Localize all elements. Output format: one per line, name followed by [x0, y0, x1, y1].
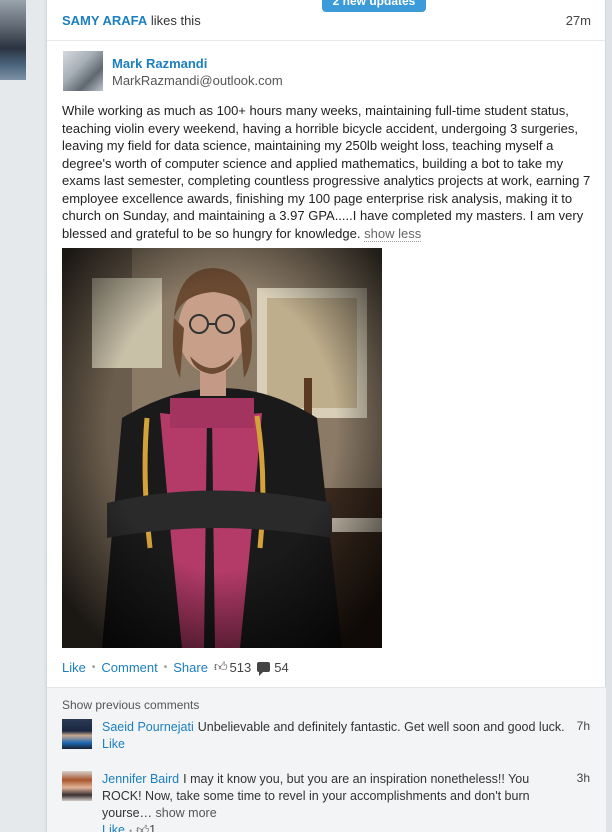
- comment-like-count: • 👍︎1: [129, 823, 156, 832]
- like-count[interactable]: 513: [230, 660, 252, 675]
- graduation-photo: [62, 248, 382, 648]
- divider: [47, 40, 605, 41]
- thumbs-up-icon: 👍︎: [213, 659, 228, 674]
- separator-dot: •: [91, 661, 96, 673]
- comment-button[interactable]: Comment: [101, 660, 157, 675]
- thumbs-up-icon: 👍︎: [136, 823, 150, 832]
- comment-bubble-icon: [257, 662, 271, 676]
- show-more-link[interactable]: show more: [156, 806, 217, 820]
- like-button[interactable]: Like: [62, 660, 86, 675]
- comment-like-count-value: 1: [149, 823, 157, 832]
- commenter-avatar[interactable]: [62, 719, 92, 749]
- activity-header: SAMY ARAFA likes this: [62, 13, 201, 28]
- comment-count[interactable]: 54: [274, 660, 288, 675]
- comment-body: Jennifer Baird I may it know you, but you…: [102, 771, 567, 832]
- new-updates-button[interactable]: 2 new updates: [322, 0, 426, 12]
- author-name-link[interactable]: Mark Razmandi: [112, 56, 207, 71]
- show-less-link[interactable]: show less: [364, 225, 422, 242]
- left-column: [0, 0, 44, 832]
- commenter-name-link[interactable]: Jennifer Baird: [102, 772, 179, 786]
- author-email: MarkRazmandi@outlook.com: [112, 73, 283, 88]
- author-avatar[interactable]: [63, 51, 103, 91]
- post-photo[interactable]: [62, 248, 382, 648]
- commenter-avatar[interactable]: [62, 771, 92, 801]
- feed-card: 2 new updates SAMY ARAFA likes this 27m …: [46, 0, 606, 832]
- separator-dot: •: [128, 826, 133, 832]
- activity-timestamp: 27m: [565, 13, 591, 28]
- comment-like-button[interactable]: Like: [102, 823, 125, 832]
- comments-section: Show previous comments Saeid Pournejati U…: [47, 687, 606, 832]
- show-previous-comments-link[interactable]: Show previous comments: [62, 698, 199, 712]
- comment-timestamp: 7h: [576, 719, 590, 733]
- post-body-text: While working as much as 100+ hours many…: [62, 103, 591, 241]
- comment-timestamp: 3h: [576, 771, 590, 785]
- activity-actor-link[interactable]: SAMY ARAFA: [62, 13, 147, 28]
- comment-like-button[interactable]: Like: [102, 737, 125, 751]
- profile-thumbnail[interactable]: [0, 0, 26, 80]
- comment-body: Saeid Pournejati Unbelievable and definit…: [102, 719, 567, 753]
- post-body: While working as much as 100+ hours many…: [62, 102, 592, 242]
- commenter-name-link[interactable]: Saeid Pournejati: [102, 720, 194, 734]
- activity-verb: likes this: [147, 13, 201, 28]
- comment-text: Unbelievable and definitely fantastic. G…: [197, 720, 565, 734]
- separator-dot: •: [163, 661, 168, 673]
- post-actions: Like • Comment • Share 👍︎ 513 54: [62, 659, 289, 676]
- share-button[interactable]: Share: [173, 660, 208, 675]
